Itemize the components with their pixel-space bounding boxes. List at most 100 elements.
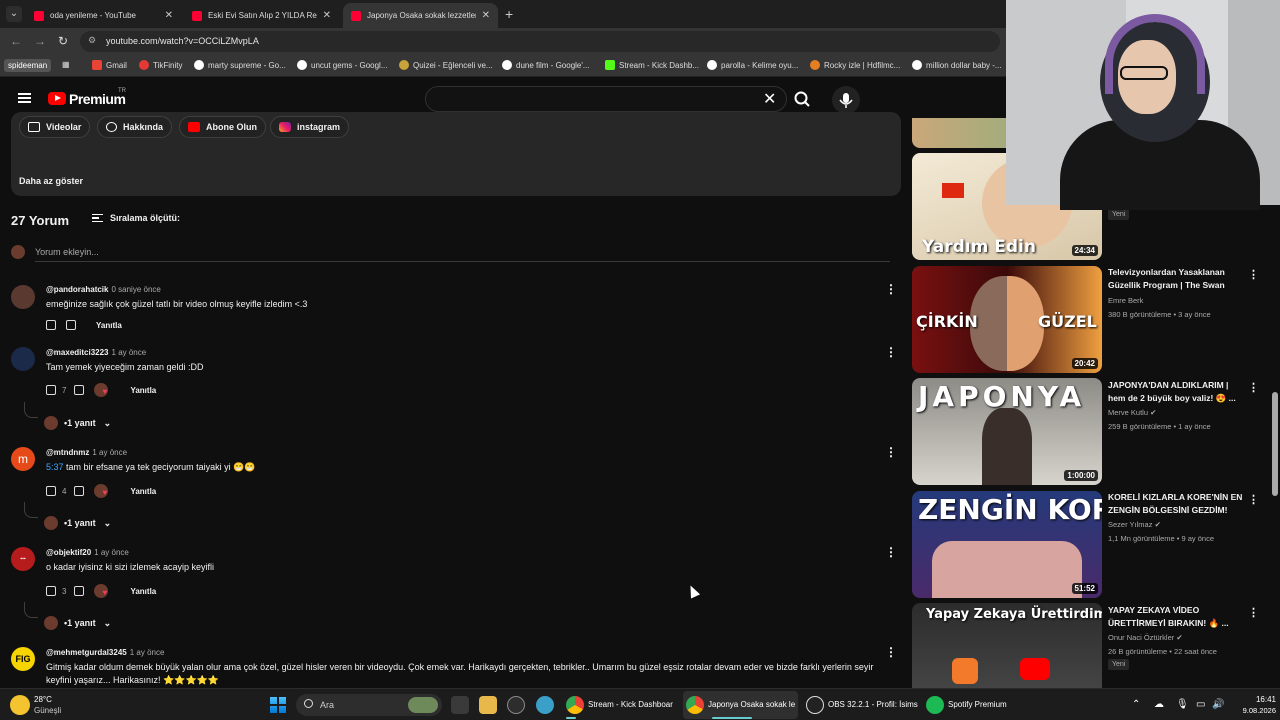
search-input[interactable] [425,86,787,112]
scrollbar[interactable] [1272,392,1278,496]
author-name[interactable]: @objektif20 [46,548,91,557]
menu-icon[interactable] [18,93,31,103]
comment-author[interactable]: @mtndnmz 1 ay önce [46,448,127,457]
avatar[interactable]: FIG [11,647,35,671]
avatar[interactable] [11,285,35,309]
reload-icon[interactable]: ↻ [58,34,68,48]
clear-search-icon[interactable]: ✕ [763,89,776,109]
comment-time[interactable]: 1 ay önce [130,648,165,657]
comment-author[interactable]: @pandorahatcik 0 saniye önce [46,285,161,294]
youtube-logo-icon[interactable] [48,92,66,105]
taskbar-search[interactable]: Ara [296,694,442,716]
taskbar-app-label[interactable]: OBS 32.2.1 - Profil: İsims [828,700,918,709]
avatar[interactable] [11,347,35,371]
dislike-icon[interactable] [74,486,85,496]
close-tab-icon[interactable]: ✕ [482,10,490,21]
more-options-icon[interactable]: ⋮ [885,445,897,459]
subscribe-link[interactable]: Abone Olun [179,116,266,138]
bookmark-kick[interactable]: Stream - Kick Dashb... [605,60,699,70]
more-options-icon[interactable]: ⋮ [1248,606,1259,619]
dislike-icon[interactable] [74,385,85,395]
search-button[interactable] [787,86,821,112]
bookmark-google-3[interactable]: dune film - Google'... [502,60,590,70]
comment-author[interactable]: @objektif20 1 ay önce [46,548,129,557]
weather-temp[interactable]: 28°C [34,695,52,704]
comment-time[interactable]: 1 ay önce [112,348,147,357]
bookmark-google-1[interactable]: marty supreme - Go... [194,60,286,70]
avatar[interactable]: ▪▪▪ [11,547,35,571]
clock-time[interactable]: 16:41 [1246,695,1276,704]
tab-2[interactable]: Eski Evi Satın Alıp 2 YILDA Resto ✕ [184,3,339,28]
more-options-icon[interactable]: ⋮ [1248,381,1259,394]
premium-logo-text[interactable]: Premium [69,91,126,107]
comment-time[interactable]: 0 saniye önce [111,285,160,294]
bookmark-parolla[interactable]: parolla - Kelime oyu... [707,60,798,70]
close-tab-icon[interactable]: ✕ [323,10,331,21]
like-icon[interactable] [46,320,56,330]
task-view-icon[interactable] [451,696,469,714]
sun-icon[interactable] [10,695,30,715]
more-options-icon[interactable]: ⋮ [885,282,897,296]
author-name[interactable]: @mehmetgurdal3245 [46,648,127,657]
author-name[interactable]: @pandorahatcik [46,285,108,294]
close-tab-icon[interactable]: ✕ [165,10,173,21]
comment-author[interactable]: @mehmetgurdal3245 1 ay önce [46,648,164,657]
author-name[interactable]: @mtndnmz [46,448,89,457]
new-tab-icon[interactable]: + [505,6,513,22]
comment-author[interactable]: @maxeditci3223 1 ay önce [46,348,146,357]
obs-icon[interactable] [806,696,824,714]
start-icon[interactable] [270,697,286,713]
volume-icon[interactable]: 🔊 [1212,699,1224,710]
channel-name[interactable]: Sezer Yılmaz ✔ [1108,520,1161,529]
back-icon[interactable]: ← [10,34,22,48]
video-thumbnail[interactable]: Yapay Zekaya Ürettirdim... [912,603,1102,688]
reply-button[interactable]: Yanıtla [130,487,156,496]
channel-name[interactable]: Merve Kutlu ✔ [1108,408,1156,417]
timestamp-link[interactable]: 5:37 [46,462,64,472]
more-options-icon[interactable]: ⋮ [1248,268,1259,281]
more-options-icon[interactable]: ⋮ [885,545,897,559]
video-thumbnail[interactable]: JAPONYA 1:00:00 [912,378,1102,485]
forward-icon[interactable]: → [34,34,46,48]
instagram-link[interactable]: instagram [270,116,350,138]
network-app-icon[interactable] [536,696,554,714]
site-info-icon[interactable]: ⚙ [88,35,96,46]
clock-date[interactable]: 9.08.2026 [1232,706,1276,715]
sort-button[interactable]: Sıralama ölçütü: [92,213,180,223]
video-title[interactable]: KORELİ KIZLARLA KORE'NİN EN ZENGİN BÖLGE… [1108,491,1243,517]
chrome-icon[interactable] [566,696,584,714]
tab-3-active[interactable]: Japonya Osaka sokak lezzetleri ✕ [343,3,498,28]
taskbar-app-label[interactable]: Spotify Premium [948,700,1007,709]
more-options-icon[interactable]: ⋮ [1248,493,1259,506]
author-name[interactable]: @maxeditci3223 [46,348,109,357]
more-options-icon[interactable]: ⋮ [885,645,897,659]
bookmark-google-2[interactable]: uncut gems - Googl... [297,60,387,70]
bookmark-gmail[interactable]: Gmail [92,60,127,70]
reply-button[interactable]: Yanıtla [130,587,156,596]
display-icon[interactable]: ▭ [1196,699,1205,710]
bookmark-rocky[interactable]: Rocky izle | Hdfilmc... [810,60,900,70]
like-icon[interactable] [46,385,56,395]
about-link[interactable]: Hakkında [97,116,173,138]
reply-button[interactable]: Yanıtla [130,386,156,395]
video-thumbnail[interactable]: ÇİRKİN GÜZEL 20:42 [912,266,1102,373]
tab-1[interactable]: oda yenileme - YouTube ✕ [26,3,181,28]
voice-search-button[interactable] [832,86,860,114]
chrome-icon[interactable] [686,696,704,714]
view-replies-button[interactable]: • 1 yanıt ⌄ [44,616,111,630]
tab-search-button[interactable]: ⌄ [6,6,22,22]
weather-condition[interactable]: Güneşli [34,706,61,715]
chatgpt-icon[interactable] [507,696,525,714]
profile-chip[interactable]: spideeman [4,59,52,72]
bookmark-google-4[interactable]: million dollar baby -... [912,60,1002,70]
view-replies-button[interactable]: • 1 yanıt ⌄ [44,516,111,530]
dislike-icon[interactable] [74,586,85,596]
channel-name[interactable]: Emre Berk [1108,296,1143,305]
apps-grid-icon[interactable]: ▦ [62,60,70,69]
like-icon[interactable] [46,486,56,496]
url-field[interactable]: ⚙ youtube.com/watch?v=OCCiLZMvpLA [80,31,1000,52]
avatar[interactable]: m [11,447,35,471]
bookmark-quizei[interactable]: Quizei - Eğlenceli ve... [399,60,493,70]
like-icon[interactable] [46,586,56,596]
view-replies-button[interactable]: • 1 yanıt ⌄ [44,416,111,430]
